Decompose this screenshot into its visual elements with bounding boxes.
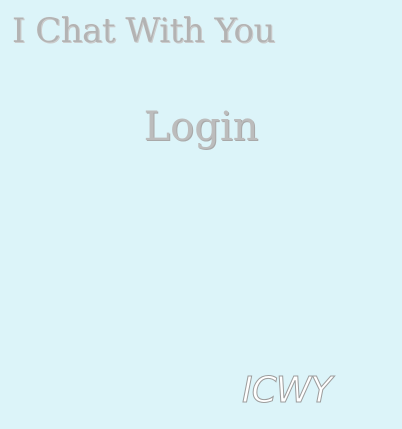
brand-logo: ICWY: [241, 370, 332, 412]
page-heading: Login: [143, 104, 259, 150]
app-title: I Chat With You: [12, 11, 275, 51]
